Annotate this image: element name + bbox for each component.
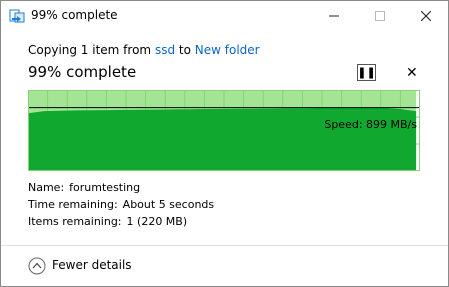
copy-description: Copying 1 item from ssd to New folder bbox=[28, 43, 260, 57]
time-remaining-value: About 5 seconds bbox=[122, 198, 215, 211]
name-label: Name: bbox=[28, 181, 65, 194]
file-copy-icon bbox=[9, 9, 25, 23]
title-bar[interactable]: 99% complete bbox=[1, 1, 448, 31]
to-word: to bbox=[178, 43, 191, 57]
name-value: forumtesting bbox=[69, 181, 141, 194]
footer: Fewer details bbox=[1, 246, 448, 286]
close-icon bbox=[421, 11, 431, 21]
items-remaining-value: 1 (220 MB) bbox=[126, 215, 188, 228]
detail-items-row: Items remaining: 1 (220 MB) bbox=[28, 215, 187, 228]
pause-icon: ❚❚ bbox=[357, 66, 376, 79]
cancel-icon: ✕ bbox=[406, 65, 418, 81]
speed-graph: Speed: 899 MB/s bbox=[28, 90, 420, 171]
pause-button[interactable]: ❚❚ bbox=[357, 64, 376, 81]
window-title: 99% complete bbox=[31, 8, 118, 22]
maximize-icon bbox=[375, 11, 385, 21]
progress-percent: 99% complete bbox=[28, 63, 137, 81]
items-remaining-label: Items remaining: bbox=[28, 215, 122, 228]
copy-progress-dialog: 99% complete Copying 1 item from ssd to … bbox=[0, 0, 449, 287]
time-remaining-label: Time remaining: bbox=[28, 198, 118, 211]
maximize-button[interactable] bbox=[357, 1, 403, 31]
chevron-up-circle-icon[interactable] bbox=[28, 257, 46, 275]
source-link[interactable]: ssd bbox=[155, 43, 175, 57]
close-window-button[interactable] bbox=[403, 1, 448, 31]
fewer-details-link[interactable]: Fewer details bbox=[52, 258, 132, 272]
minimize-icon bbox=[329, 15, 339, 17]
minimize-button[interactable] bbox=[311, 1, 357, 31]
detail-time-row: Time remaining: About 5 seconds bbox=[28, 198, 214, 211]
speed-label: Speed: 899 MB/s bbox=[324, 118, 417, 131]
destination-link[interactable]: New folder bbox=[195, 43, 260, 57]
detail-name-row: Name: forumtesting bbox=[28, 181, 140, 194]
cancel-button[interactable]: ✕ bbox=[406, 65, 418, 81]
copy-prefix: Copying 1 item from bbox=[28, 43, 152, 57]
